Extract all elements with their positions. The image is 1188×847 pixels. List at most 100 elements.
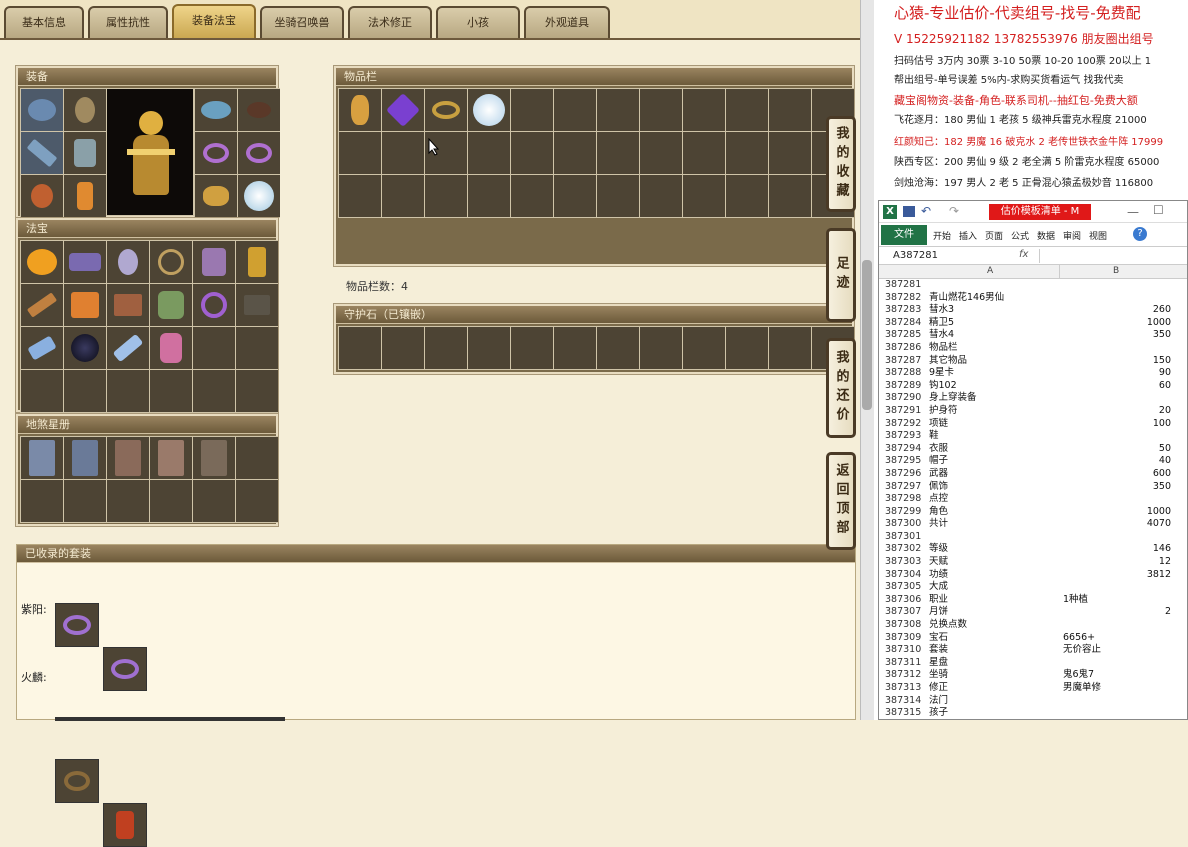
inventory-slot[interactable] bbox=[640, 89, 682, 131]
cell-b[interactable]: 350 bbox=[1063, 329, 1171, 342]
inventory-slot[interactable] bbox=[382, 175, 424, 217]
fabao-slot[interactable] bbox=[236, 284, 278, 326]
cell-a[interactable]: 佩饰 bbox=[929, 481, 1059, 494]
cell-a[interactable]: 角色 bbox=[929, 506, 1059, 519]
guard-stone-slot[interactable] bbox=[769, 327, 811, 369]
cell-a[interactable]: 法门 bbox=[929, 695, 1059, 708]
cell-b[interactable]: 350 bbox=[1063, 481, 1171, 494]
amulet-slot[interactable] bbox=[238, 89, 280, 131]
star-card-slot[interactable] bbox=[193, 437, 235, 479]
cell-a[interactable]: 精卫5 bbox=[929, 317, 1059, 330]
guard-stone-slot[interactable] bbox=[511, 327, 553, 369]
fabao-slot[interactable] bbox=[236, 370, 278, 412]
cell-a[interactable]: 鞋 bbox=[929, 430, 1059, 443]
ring-slot-1[interactable] bbox=[195, 132, 237, 174]
cell-b[interactable]: 1种植 bbox=[1063, 594, 1171, 607]
cell-a[interactable]: 等级 bbox=[929, 543, 1059, 556]
fabao-slot[interactable] bbox=[107, 370, 149, 412]
fx-icon[interactable]: fx bbox=[1019, 249, 1028, 260]
inventory-slot[interactable] bbox=[640, 132, 682, 174]
minimize-icon[interactable]: — bbox=[1127, 205, 1139, 219]
back-to-top-button[interactable]: 返回顶部 bbox=[826, 452, 856, 550]
star-card-slot[interactable] bbox=[236, 480, 278, 522]
guard-stone-slot[interactable] bbox=[597, 327, 639, 369]
cell-a[interactable]: 物品栏 bbox=[929, 342, 1059, 355]
formula-input[interactable] bbox=[1039, 249, 1187, 263]
name-box[interactable]: A387281 bbox=[893, 250, 938, 261]
star-card-slot[interactable] bbox=[64, 437, 106, 479]
cell-a[interactable]: 钩102 bbox=[929, 380, 1059, 393]
cell-a[interactable]: 点控 bbox=[929, 493, 1059, 506]
guard-stone-slot[interactable] bbox=[640, 327, 682, 369]
cell-b[interactable]: 146 bbox=[1063, 543, 1171, 556]
inventory-slot[interactable] bbox=[683, 175, 725, 217]
cell-b[interactable]: 40 bbox=[1063, 455, 1171, 468]
cell-a[interactable]: 帽子 bbox=[929, 455, 1059, 468]
weapon-slot[interactable] bbox=[21, 132, 63, 174]
inventory-slot[interactable] bbox=[597, 132, 639, 174]
fabao-slot[interactable] bbox=[150, 327, 192, 369]
tab-equipment-fabao[interactable]: 装备法宝 bbox=[172, 4, 256, 38]
star-card-slot[interactable] bbox=[21, 437, 63, 479]
cell-a[interactable]: 彗水3 bbox=[929, 304, 1059, 317]
fabao-slot[interactable] bbox=[107, 327, 149, 369]
help-icon[interactable]: ? bbox=[1133, 227, 1147, 241]
cell-a[interactable]: 衣服 bbox=[929, 443, 1059, 456]
fabao-slot[interactable] bbox=[236, 241, 278, 283]
inventory-slot[interactable] bbox=[425, 175, 467, 217]
necklace-slot[interactable] bbox=[64, 89, 106, 131]
set-item[interactable] bbox=[103, 803, 147, 847]
tab-spell-correction[interactable]: 法术修正 bbox=[348, 6, 432, 38]
cell-b[interactable]: 260 bbox=[1063, 304, 1171, 317]
inventory-slot[interactable] bbox=[597, 175, 639, 217]
inventory-slot[interactable] bbox=[339, 175, 381, 217]
fabao-slot[interactable] bbox=[150, 370, 192, 412]
inventory-slot[interactable] bbox=[511, 132, 553, 174]
cell-a[interactable]: 彗水4 bbox=[929, 329, 1059, 342]
guard-stone-slot[interactable] bbox=[683, 327, 725, 369]
belt-slot[interactable] bbox=[21, 175, 63, 217]
cell-a[interactable]: 宝石 bbox=[929, 632, 1059, 645]
inventory-slot[interactable] bbox=[339, 132, 381, 174]
tab-appearance[interactable]: 外观道具 bbox=[524, 6, 610, 38]
cell-a[interactable]: 天赋 bbox=[929, 556, 1059, 569]
ribbon-tab-review[interactable]: 审阅 bbox=[1063, 229, 1081, 242]
save-icon[interactable] bbox=[903, 206, 915, 217]
guard-stone-slot[interactable] bbox=[382, 327, 424, 369]
set-item[interactable] bbox=[55, 759, 99, 803]
fabao-slot[interactable] bbox=[193, 241, 235, 283]
inventory-slot[interactable] bbox=[769, 89, 811, 131]
tab-children[interactable]: 小孩 bbox=[436, 6, 520, 38]
cell-a[interactable]: 武器 bbox=[929, 468, 1059, 481]
fabao-slot[interactable] bbox=[64, 241, 106, 283]
ribbon-tab-data[interactable]: 数据 bbox=[1037, 229, 1055, 242]
armor-slot[interactable] bbox=[64, 132, 106, 174]
inventory-slot[interactable] bbox=[769, 132, 811, 174]
cell-b[interactable]: 无价容止 bbox=[1063, 644, 1171, 657]
cell-a[interactable]: 9星卡 bbox=[929, 367, 1059, 380]
cell-b[interactable]: 20 bbox=[1063, 405, 1171, 418]
ring-slot-2[interactable] bbox=[238, 132, 280, 174]
ribbon-tab-home[interactable]: 开始 bbox=[933, 229, 951, 242]
cell-a[interactable]: 坐骑 bbox=[929, 669, 1059, 682]
inventory-slot[interactable] bbox=[726, 89, 768, 131]
undo-icon[interactable]: ↶ bbox=[921, 204, 931, 218]
cell-a[interactable]: 功绩 bbox=[929, 569, 1059, 582]
column-b-header[interactable]: B bbox=[1113, 266, 1119, 276]
my-favorites-button[interactable]: 我的收藏 bbox=[826, 116, 856, 212]
my-counteroffer-button[interactable]: 我的还价 bbox=[826, 338, 856, 438]
fabao-slot[interactable] bbox=[21, 241, 63, 283]
inventory-slot[interactable] bbox=[554, 175, 596, 217]
star-card-slot[interactable] bbox=[150, 437, 192, 479]
cell-b[interactable]: 3812 bbox=[1063, 569, 1171, 582]
fabao-slot[interactable] bbox=[64, 284, 106, 326]
fabao-slot[interactable] bbox=[64, 327, 106, 369]
star-card-slot[interactable] bbox=[236, 437, 278, 479]
bracelet-slot[interactable] bbox=[195, 175, 237, 217]
inventory-slot[interactable] bbox=[726, 175, 768, 217]
inventory-slot[interactable] bbox=[554, 132, 596, 174]
fabao-slot[interactable] bbox=[193, 370, 235, 412]
cell-b[interactable]: 150 bbox=[1063, 355, 1171, 368]
guard-stone-slot[interactable] bbox=[726, 327, 768, 369]
inventory-slot[interactable] bbox=[683, 89, 725, 131]
